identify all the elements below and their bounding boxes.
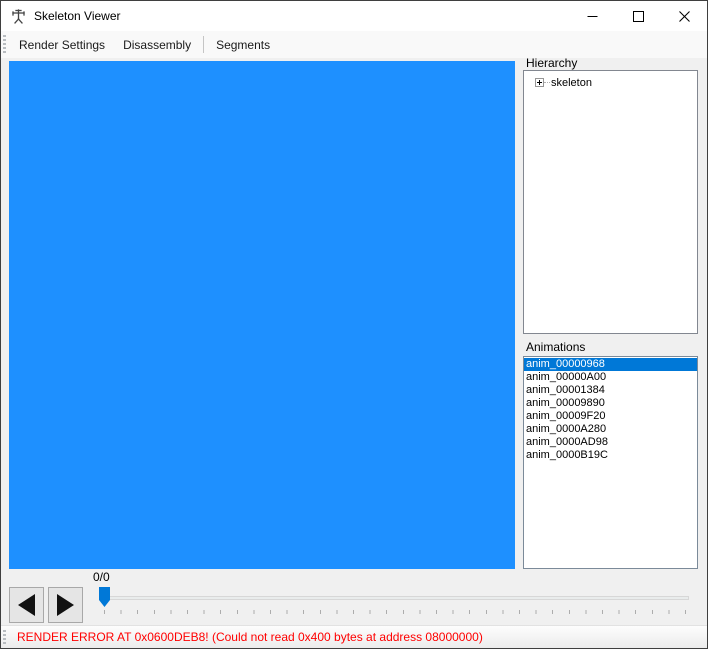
title-bar[interactable]: Skeleton Viewer [1,1,707,31]
list-item[interactable]: anim_00000968 [524,358,697,371]
toolbar-grip[interactable] [3,35,6,54]
next-triangle-icon [57,594,74,616]
close-icon [679,11,690,22]
animations-label: Animations [526,340,585,354]
animations-list[interactable]: anim_00000968 anim_00000A00 anim_0000138… [523,356,698,569]
skeleton-app-icon [10,8,27,25]
menu-render-settings[interactable]: Render Settings [10,34,114,56]
next-frame-button[interactable] [48,587,83,623]
list-item[interactable]: anim_0000AD98 [524,436,697,449]
window-title: Skeleton Viewer [34,9,121,23]
list-item[interactable]: anim_00009890 [524,397,697,410]
slider-ticks [104,610,688,614]
minimize-icon [587,11,598,22]
menu-disassembly[interactable]: Disassembly [114,34,200,56]
render-viewport[interactable] [9,61,515,569]
app-window: Skeleton Viewer Render Settings Disassem… [0,0,708,649]
maximize-icon [633,11,644,22]
expand-toggle-icon[interactable] [535,78,544,87]
list-item[interactable]: anim_00009F20 [524,410,697,423]
list-item[interactable]: anim_00001384 [524,384,697,397]
slider-thumb[interactable] [99,587,110,607]
list-item[interactable]: anim_0000B19C [524,449,697,462]
menu-bar: Render Settings Disassembly Segments [1,31,707,58]
statusbar-grip [3,630,6,645]
tree-node-skeleton[interactable]: skeleton [535,76,697,89]
frame-slider[interactable] [96,585,691,617]
tree-node-label: skeleton [551,77,592,89]
list-item[interactable]: anim_0000A280 [524,423,697,436]
menu-separator [203,36,204,53]
tree-connector [544,82,550,83]
prev-triangle-icon [18,594,35,616]
maximize-button[interactable] [615,1,661,31]
hierarchy-tree[interactable]: skeleton [523,70,698,334]
frame-counter: 0/0 [93,570,110,584]
error-message: RENDER ERROR AT 0x0600DEB8! (Could not r… [17,630,483,644]
window-controls [569,1,707,31]
hierarchy-label: Hierarchy [526,56,577,70]
prev-frame-button[interactable] [9,587,44,623]
list-item[interactable]: anim_00000A00 [524,371,697,384]
slider-track[interactable] [101,596,689,600]
menu-segments[interactable]: Segments [207,34,279,56]
close-button[interactable] [661,1,707,31]
status-bar: RENDER ERROR AT 0x0600DEB8! (Could not r… [1,625,707,648]
minimize-button[interactable] [569,1,615,31]
